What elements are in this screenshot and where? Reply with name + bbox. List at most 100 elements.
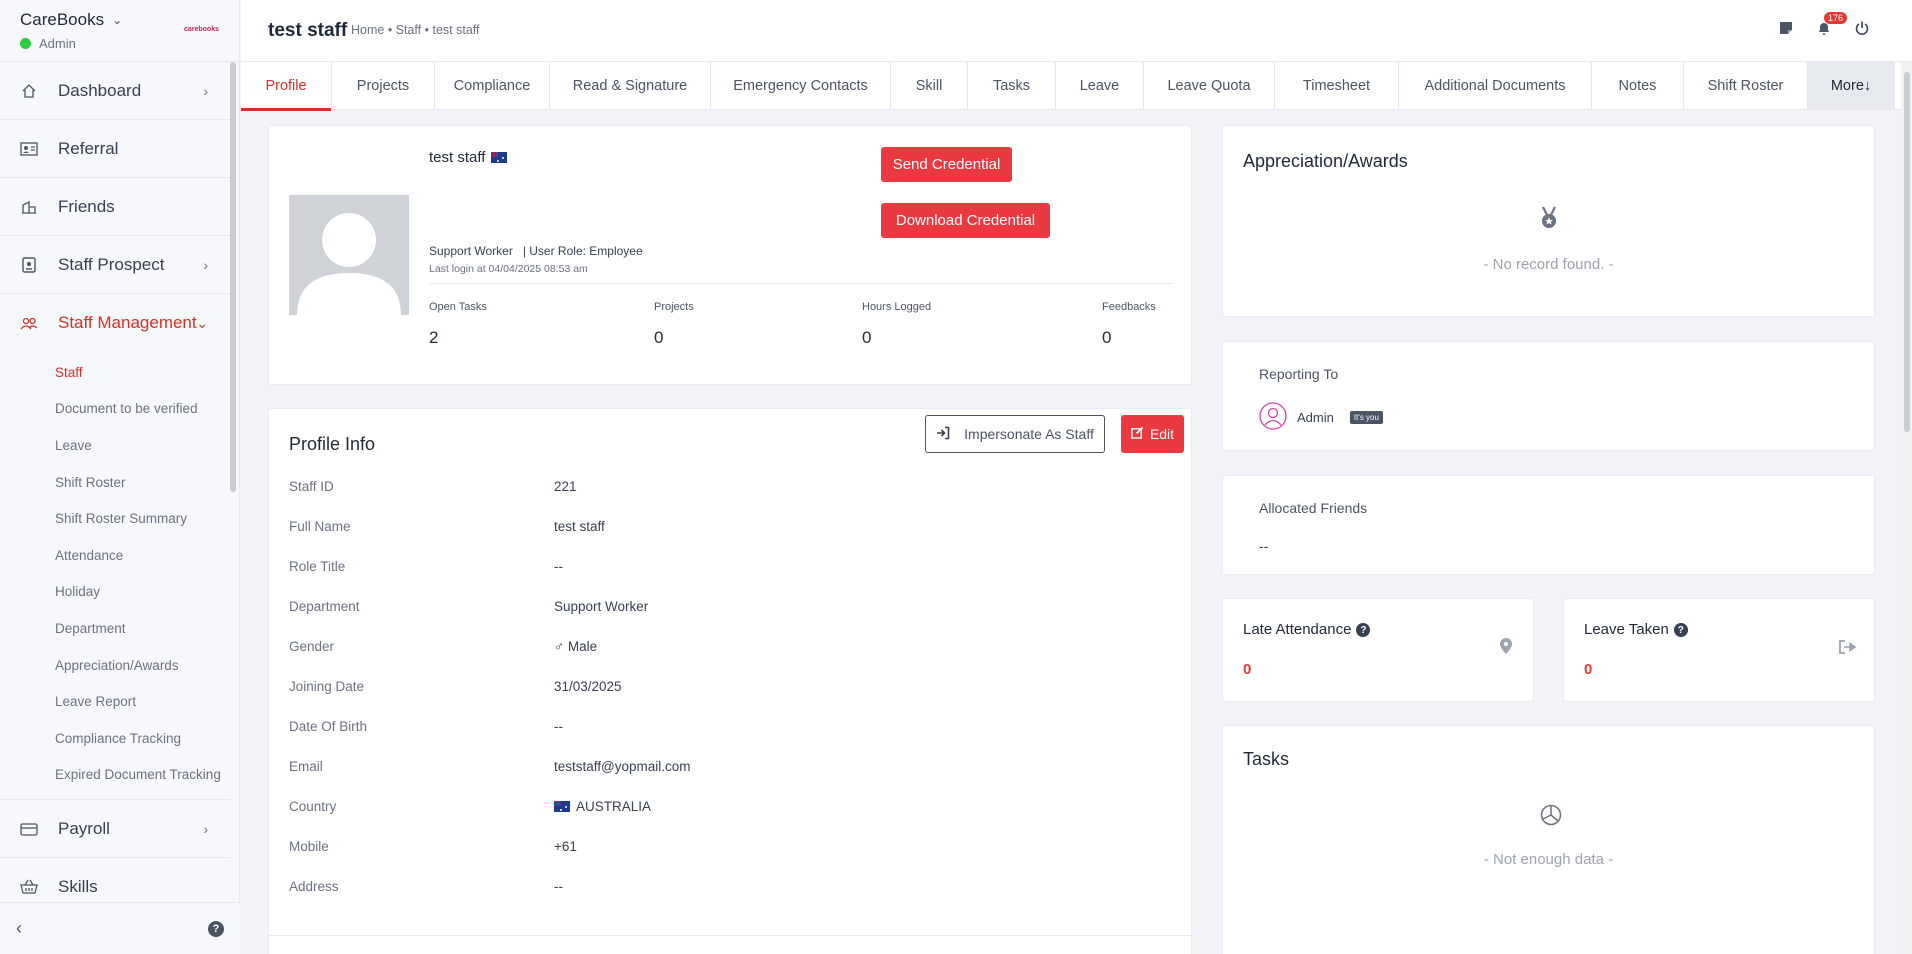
submenu-item-document-to-be-verified[interactable]: Document to be verified (0, 391, 230, 428)
chevron-right-icon: › (203, 820, 208, 837)
info-row-date-of-birth: Date Of Birth -- (289, 719, 1169, 739)
sidebar-item-staff-management[interactable]: Staff Management ⌄ (0, 294, 230, 352)
help-icon[interactable]: ? (208, 920, 224, 937)
sidebar-item-label: Staff Prospect (58, 254, 165, 274)
sidebar-scrollbar[interactable] (230, 62, 236, 492)
tab-more[interactable]: More↓ (1808, 62, 1895, 110)
stat-open-tasks: Open Tasks 2 (429, 301, 487, 348)
tab-additional-documents[interactable]: Additional Documents (1399, 62, 1592, 110)
profile-info-title: Profile Info (289, 434, 376, 454)
question-icon[interactable]: ? (1673, 623, 1688, 638)
sidebar-item-label: Dashboard (58, 80, 142, 100)
impersonate-button[interactable]: Impersonate As Staff (925, 415, 1105, 453)
info-row-country: Country AUSTRALIA (289, 799, 1169, 819)
last-login-text: Last login at 04/04/2025 08:53 am (429, 263, 588, 275)
submenu-item-staff[interactable]: Staff (0, 354, 230, 391)
submenu-item-appreciation-awards[interactable]: Appreciation/Awards (0, 647, 230, 684)
info-row-role-title: Role Title -- (289, 559, 1169, 579)
leave-taken-title: Leave Taken (1584, 621, 1669, 638)
stat-label: Hours Logged (862, 301, 932, 313)
tasks-title: Tasks (1243, 749, 1290, 769)
leave-taken-header: Leave Taken? (1584, 621, 1688, 638)
sidebar-item-label: Friends (58, 196, 115, 216)
info-label: Full Name (289, 519, 351, 534)
australia-flag-icon (491, 152, 508, 163)
divider (269, 935, 1191, 936)
sidebar-item-dashboard[interactable]: Dashboard › (0, 62, 230, 120)
send-credential-button[interactable]: Send Credential (881, 147, 1012, 182)
role-label: Admin (39, 36, 76, 51)
chevron-right-icon: › (203, 82, 208, 99)
tab-compliance[interactable]: Compliance (435, 62, 550, 110)
info-value: +61 (554, 839, 577, 854)
id-badge-icon (20, 256, 38, 274)
sidebar-item-friends[interactable]: Friends (0, 178, 230, 236)
power-icon[interactable] (1852, 18, 1872, 38)
notification-count-badge: 176 (1824, 12, 1848, 24)
collapse-sidebar-icon[interactable]: ‹ (16, 918, 22, 939)
submenu-item-expired-document-tracking[interactable]: Expired Document Tracking (0, 757, 230, 794)
question-icon[interactable]: ? (1356, 623, 1371, 638)
info-row-full-name: Full Name test staff (289, 519, 1169, 539)
wallet-icon (20, 820, 38, 838)
submenu-item-holiday[interactable]: Holiday (0, 574, 230, 611)
tab-tasks[interactable]: Tasks (968, 62, 1056, 110)
tab-profile[interactable]: Profile (241, 62, 332, 111)
sidebar-item-payroll[interactable]: Payroll › (0, 800, 230, 859)
allocated-friends-card: Allocated Friends -- (1222, 475, 1875, 575)
submenu-item-department[interactable]: Department (0, 610, 230, 647)
sidebar-item-referral[interactable]: Referral (0, 120, 230, 178)
pie-chart-icon (1540, 804, 1562, 829)
tab-leave-quota[interactable]: Leave Quota (1144, 62, 1275, 110)
tab-skill[interactable]: Skill (891, 62, 968, 110)
info-value: ♂ Male (554, 639, 598, 654)
breadcrumb[interactable]: Home • Staff • test staff (351, 23, 480, 37)
sidebar-item-skills[interactable]: Skills (0, 858, 230, 902)
user-role: Admin (20, 36, 219, 51)
info-value: test staff (554, 519, 605, 534)
profile-summary-card: test staff Send Credential Download Cred… (268, 125, 1192, 385)
notification-bell-icon[interactable]: 176 (1814, 12, 1848, 38)
australia-flag-icon (554, 801, 570, 812)
tab-emergency-contacts[interactable]: Emergency Contacts (711, 62, 891, 110)
user-avatar-icon (1259, 402, 1287, 433)
info-row-department: Department Support Worker (289, 599, 1169, 619)
submenu-item-shift-roster-summary[interactable]: Shift Roster Summary (0, 500, 230, 537)
tab-shift-roster[interactable]: Shift Roster (1684, 62, 1808, 110)
download-credential-button[interactable]: Download Credential (881, 203, 1050, 238)
chevron-down-icon: ⌄ (196, 314, 208, 331)
tab-projects[interactable]: Projects (332, 62, 435, 110)
tab-notes[interactable]: Notes (1592, 62, 1684, 110)
users-icon (20, 314, 38, 332)
info-value: AUSTRALIA (554, 799, 651, 814)
submenu-item-shift-roster[interactable]: Shift Roster (0, 464, 230, 501)
info-label: Date Of Birth (289, 719, 368, 734)
page-title: test staff (268, 20, 348, 41)
submenu-item-leave[interactable]: Leave (0, 427, 230, 464)
tab-read-signature[interactable]: Read & Signature (550, 62, 711, 110)
tab-timesheet[interactable]: Timesheet (1275, 62, 1399, 110)
sidebar-item-label: Skills (58, 876, 98, 896)
chevron-right-icon: › (203, 256, 208, 273)
sidebar-item-label: Staff Management (58, 313, 197, 332)
edit-button[interactable]: Edit (1121, 415, 1184, 453)
impersonate-label: Impersonate As Staff (964, 426, 1094, 442)
info-label: Staff ID (289, 479, 334, 494)
sidebar-item-staff-prospect[interactable]: Staff Prospect › (0, 236, 230, 294)
reporting-name: Admin (1297, 410, 1334, 425)
sidebar-nav: Dashboard › Referral Friends Staff Prosp… (0, 62, 230, 902)
submenu-item-leave-report[interactable]: Leave Report (0, 683, 230, 720)
submenu-item-attendance[interactable]: Attendance (0, 537, 230, 574)
info-value: -- (554, 879, 563, 894)
submenu-item-compliance-tracking[interactable]: Compliance Tracking (0, 720, 230, 757)
online-status-icon (20, 38, 31, 49)
info-row-joining-date: Joining Date 31/03/2025 (289, 679, 1169, 699)
friends-value: -- (1259, 538, 1269, 554)
page-scrollbar[interactable] (1902, 62, 1912, 954)
reporting-person[interactable]: Admin It's you (1259, 402, 1383, 433)
home-icon (20, 82, 38, 100)
tab-leave[interactable]: Leave (1056, 62, 1144, 110)
info-row-gender: Gender ♂ Male (289, 639, 1169, 659)
awards-title: Appreciation/Awards (1243, 151, 1408, 171)
sticky-note-icon[interactable] (1776, 18, 1796, 38)
